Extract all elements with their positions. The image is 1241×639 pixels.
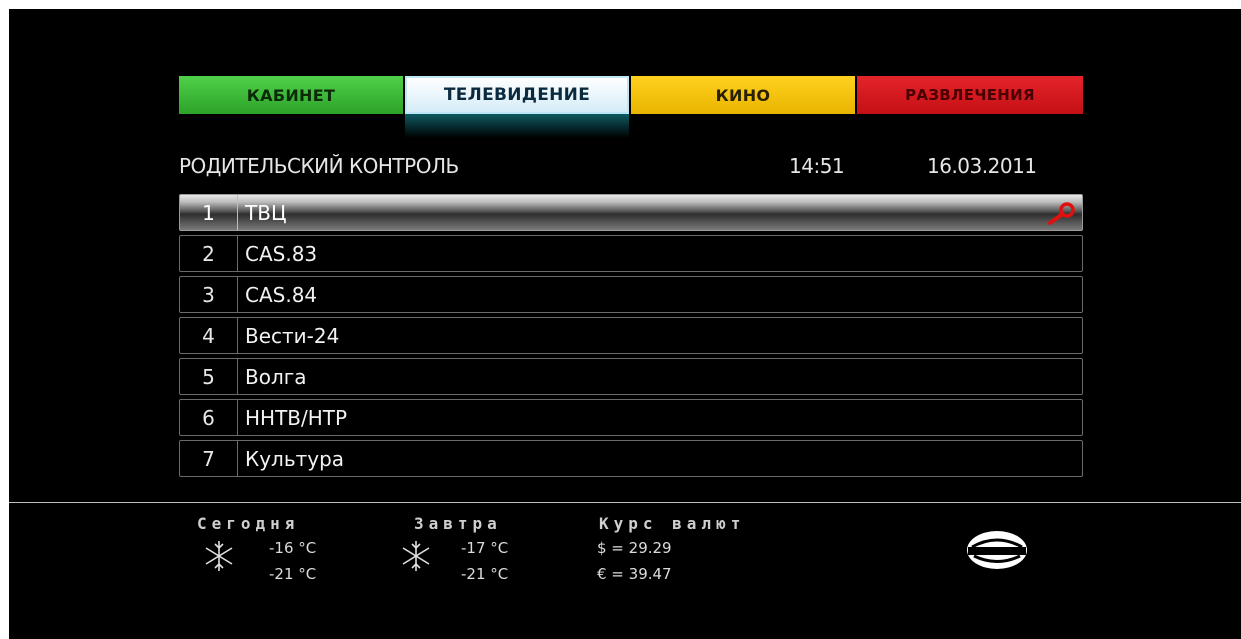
channel-row-3[interactable]: 3 CAS.84	[179, 276, 1083, 313]
channel-row-6[interactable]: 6 ННТВ/НТР	[179, 399, 1083, 436]
tab-kino[interactable]: КИНО	[631, 76, 855, 114]
channel-number: 5	[180, 359, 238, 394]
channel-name: ТВЦ	[245, 200, 287, 225]
weather-tomorrow-label: Завтра	[414, 514, 502, 533]
channel-name: Волга	[245, 364, 307, 389]
channel-row-1[interactable]: 1 ТВЦ	[179, 194, 1083, 231]
today-high-temp: -16 °C	[269, 539, 317, 557]
channel-list: 1 ТВЦ 2 CAS.83 3 CAS.84 4 Вести-24 5 Вол…	[179, 194, 1083, 481]
channel-name: CAS.83	[245, 241, 318, 266]
tab-cabinet[interactable]: КАБИНЕТ	[179, 76, 403, 114]
channel-number: 7	[180, 441, 238, 476]
channel-row-2[interactable]: 2 CAS.83	[179, 235, 1083, 272]
channel-row-5[interactable]: 5 Волга	[179, 358, 1083, 395]
active-tab-indicator	[405, 114, 629, 138]
channel-row-4[interactable]: 4 Вести-24	[179, 317, 1083, 354]
page-title: РОДИТЕЛЬСКИЙ КОНТРОЛЬ	[179, 154, 459, 178]
channel-number: 2	[180, 236, 238, 271]
channel-name: CAS.84	[245, 282, 318, 307]
date: 16.03.2011	[927, 154, 1037, 178]
channel-number: 6	[180, 400, 238, 435]
volgatelecom-logo	[967, 531, 1027, 569]
channel-number: 4	[180, 318, 238, 353]
clock: 14:51	[789, 154, 845, 178]
channel-name: ННТВ/НТР	[245, 405, 348, 430]
channel-number: 1	[180, 195, 238, 230]
snowflake-icon	[205, 541, 233, 571]
tv-screen: КАБИНЕТ ТЕЛЕВИДЕНИЕ КИНО РАЗВЛЕЧЕНИЯ РОД…	[9, 9, 1241, 639]
usd-rate: $ = 29.29	[597, 539, 672, 557]
snowflake-icon	[402, 541, 430, 571]
channel-name: Вести-24	[245, 323, 340, 348]
info-divider	[9, 502, 1241, 503]
currency-rates-label: Курс валют	[599, 514, 746, 533]
channel-number: 3	[180, 277, 238, 312]
tomorrow-low-temp: -21 °C	[461, 565, 509, 583]
channel-name: Культура	[245, 446, 345, 471]
tab-entertainment[interactable]: РАЗВЛЕЧЕНИЯ	[857, 76, 1083, 114]
key-icon	[1048, 202, 1075, 225]
tomorrow-high-temp: -17 °C	[461, 539, 509, 557]
channel-row-7[interactable]: 7 Культура	[179, 440, 1083, 477]
eur-rate: € = 39.47	[597, 565, 672, 583]
tab-television[interactable]: ТЕЛЕВИДЕНИЕ	[405, 76, 629, 114]
weather-today-label: Сегодня	[197, 514, 300, 533]
today-low-temp: -21 °C	[269, 565, 317, 583]
